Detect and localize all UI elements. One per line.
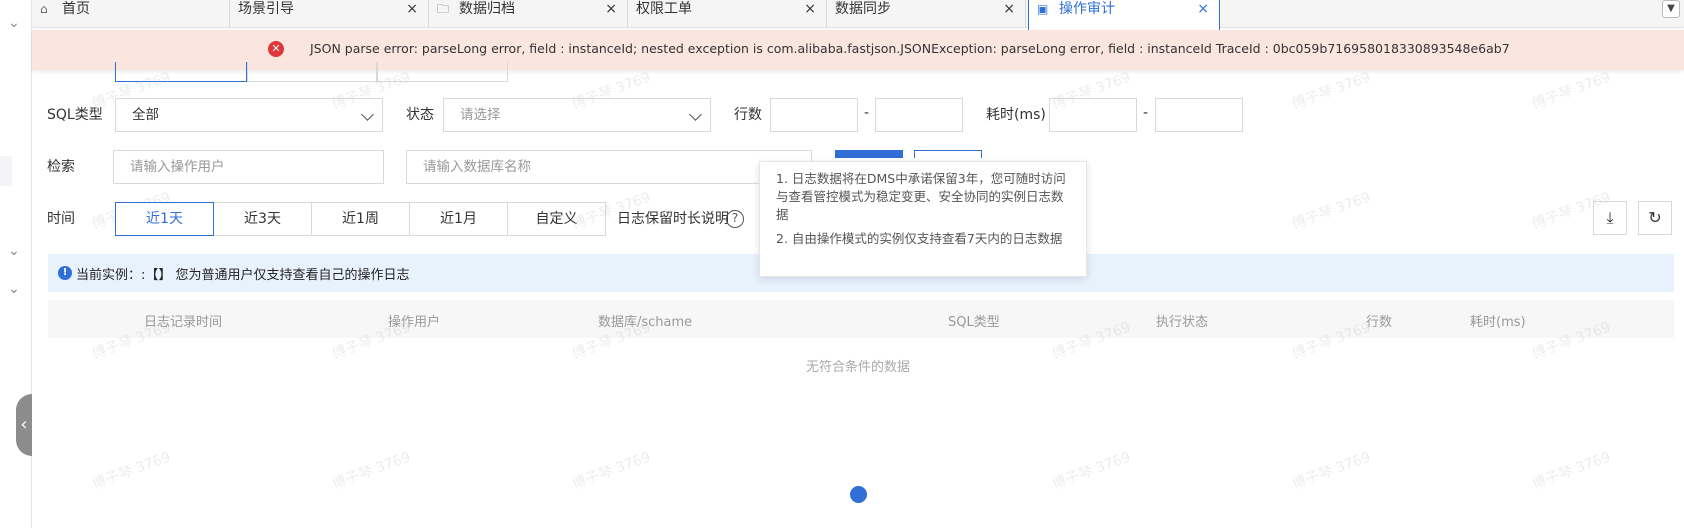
user-search-placeholder: 请输入操作用户 — [130, 159, 225, 175]
audit-icon: ▣ — [1037, 2, 1049, 16]
empty-state-text: 无符合条件的数据 — [806, 360, 911, 375]
tab-permission-ticket[interactable]: 权限工单 × — [628, 0, 827, 28]
search-button[interactable] — [835, 150, 903, 158]
chevron-down-icon[interactable]: ⌄ — [5, 14, 23, 32]
duration-min-input[interactable] — [1049, 98, 1137, 132]
tab-label: 数据归档 — [459, 1, 515, 17]
watermark: 傅子琴 3769 — [1290, 189, 1373, 233]
duration-label: 耗时(ms) — [986, 107, 1046, 123]
rail-active-marker — [0, 156, 12, 186]
time-option-1d[interactable]: 近1天 — [115, 202, 214, 236]
database-search-placeholder: 请输入数据库名称 — [423, 159, 531, 175]
table-header: 日志记录时间 操作用户 数据库/schame SQL类型 执行状态 行数 耗时(… — [48, 300, 1674, 338]
tab-label: 操作审计 — [1059, 1, 1115, 17]
watermark: 傅子琴 3769 — [1530, 449, 1613, 493]
column-header: 数据库/schame — [598, 315, 693, 330]
duration-max-input[interactable] — [1155, 98, 1243, 132]
tooltip-line: 1. 日志数据将在DMS中承诺保留3年，您可随时访问与查看管控模式为稳定变更、安… — [776, 171, 1066, 222]
column-header: 操作用户 — [388, 315, 441, 330]
column-header: 耗时(ms) — [1470, 315, 1526, 330]
watermark: 傅子琴 3769 — [1050, 449, 1133, 493]
tooltip-line: 2. 自由操作模式的实例仅支持查看7天内的日志数据 — [776, 231, 1063, 246]
tab-label: 权限工单 — [636, 1, 692, 17]
sql-type-select[interactable]: 全部 — [115, 98, 383, 132]
chevron-down-icon[interactable]: ⌄ — [5, 280, 23, 298]
collapse-handle-icon[interactable]: ‹ — [16, 394, 32, 456]
time-option-custom[interactable]: 自定义 — [507, 202, 606, 236]
column-header: 日志记录时间 — [144, 315, 223, 330]
archive-icon: 🗀 — [437, 2, 450, 16]
database-search-input[interactable]: 请输入数据库名称 — [406, 150, 812, 184]
sql-type-label: SQL类型 — [47, 107, 103, 123]
notice-text: 当前实例：:【】 您为普通用户仅支持查看自己的操作日志 — [76, 268, 410, 283]
sql-type-value: 全部 — [132, 107, 159, 123]
close-icon[interactable]: × — [1197, 0, 1209, 18]
time-label: 时间 — [47, 211, 75, 227]
question-icon[interactable]: ? — [726, 210, 744, 228]
hidden-segment — [247, 62, 377, 82]
tab-label: 首页 — [62, 1, 90, 17]
watermark: 傅子琴 3769 — [90, 449, 173, 493]
watermark: 傅子琴 3769 — [330, 449, 413, 493]
tab-data-sync[interactable]: 数据同步 × — [827, 0, 1026, 28]
time-option-1m[interactable]: 近1月 — [409, 202, 508, 236]
error-icon: ✕ — [268, 41, 284, 57]
hidden-segment — [377, 62, 508, 82]
column-header: 执行状态 — [1156, 315, 1209, 330]
time-option-3d[interactable]: 近3天 — [213, 202, 312, 236]
chevron-down-icon — [689, 108, 702, 121]
status-select[interactable]: 请选择 — [443, 98, 711, 132]
retention-label: 日志保留时长说明 — [617, 211, 729, 227]
time-option-1w[interactable]: 近1周 — [311, 202, 410, 236]
error-message: JSON parse error: parseLong error, field… — [310, 41, 1510, 56]
tab-scene-guide[interactable]: 场景引导 × — [230, 0, 429, 28]
tab-home[interactable]: ⌂ 首页 — [32, 0, 230, 28]
search-label: 检索 — [47, 159, 75, 175]
column-header: SQL类型 — [948, 315, 1000, 330]
tab-label: 场景引导 — [238, 1, 294, 17]
close-icon[interactable]: × — [1003, 0, 1015, 18]
tab-list-dropdown-icon[interactable]: ▼ — [1662, 0, 1680, 18]
rows-max-input[interactable] — [875, 98, 963, 132]
close-icon[interactable]: × — [605, 0, 617, 18]
close-icon[interactable]: × — [406, 0, 418, 18]
refresh-icon[interactable]: ↻ — [1638, 201, 1672, 235]
download-icon[interactable]: ⤓ — [1593, 201, 1627, 235]
retention-tooltip: 1. 日志数据将在DMS中承诺保留3年，您可随时访问与查看管控模式为稳定变更、安… — [759, 161, 1087, 277]
watermark: 傅子琴 3769 — [570, 449, 653, 493]
tab-label: 数据同步 — [835, 1, 891, 17]
close-icon[interactable]: × — [804, 0, 816, 18]
tab-operation-audit[interactable]: ▣ 操作审计 × — [1028, 0, 1220, 30]
watermark: 傅子琴 3769 — [1530, 69, 1613, 113]
tab-data-archive[interactable]: 🗀 数据归档 × — [429, 0, 628, 28]
rows-label: 行数 — [734, 107, 762, 123]
loading-spinner-icon — [850, 486, 867, 503]
watermark: 傅子琴 3769 — [1290, 69, 1373, 113]
hidden-segment — [115, 62, 247, 82]
column-header: 行数 — [1366, 315, 1393, 330]
left-rail: ⌄ ⌄ ⌄ ‹ — [0, 0, 32, 528]
range-separator: - — [1143, 105, 1149, 121]
tab-bar: ⌂ 首页 场景引导 × 🗀 数据归档 × 权限工单 × 数据同步 × ▣ 操作审计 ×… — [32, 0, 1684, 30]
user-search-input[interactable]: 请输入操作用户 — [113, 150, 384, 184]
chevron-down-icon — [361, 108, 374, 121]
home-icon: ⌂ — [40, 2, 48, 16]
info-icon: ! — [58, 266, 72, 280]
reset-button[interactable] — [914, 150, 982, 158]
rows-min-input[interactable] — [770, 98, 858, 132]
range-separator: - — [864, 105, 870, 121]
watermark: 傅子琴 3769 — [1290, 449, 1373, 493]
chevron-down-icon[interactable]: ⌄ — [5, 242, 23, 260]
status-placeholder: 请选择 — [460, 107, 501, 123]
status-label: 状态 — [406, 107, 434, 123]
